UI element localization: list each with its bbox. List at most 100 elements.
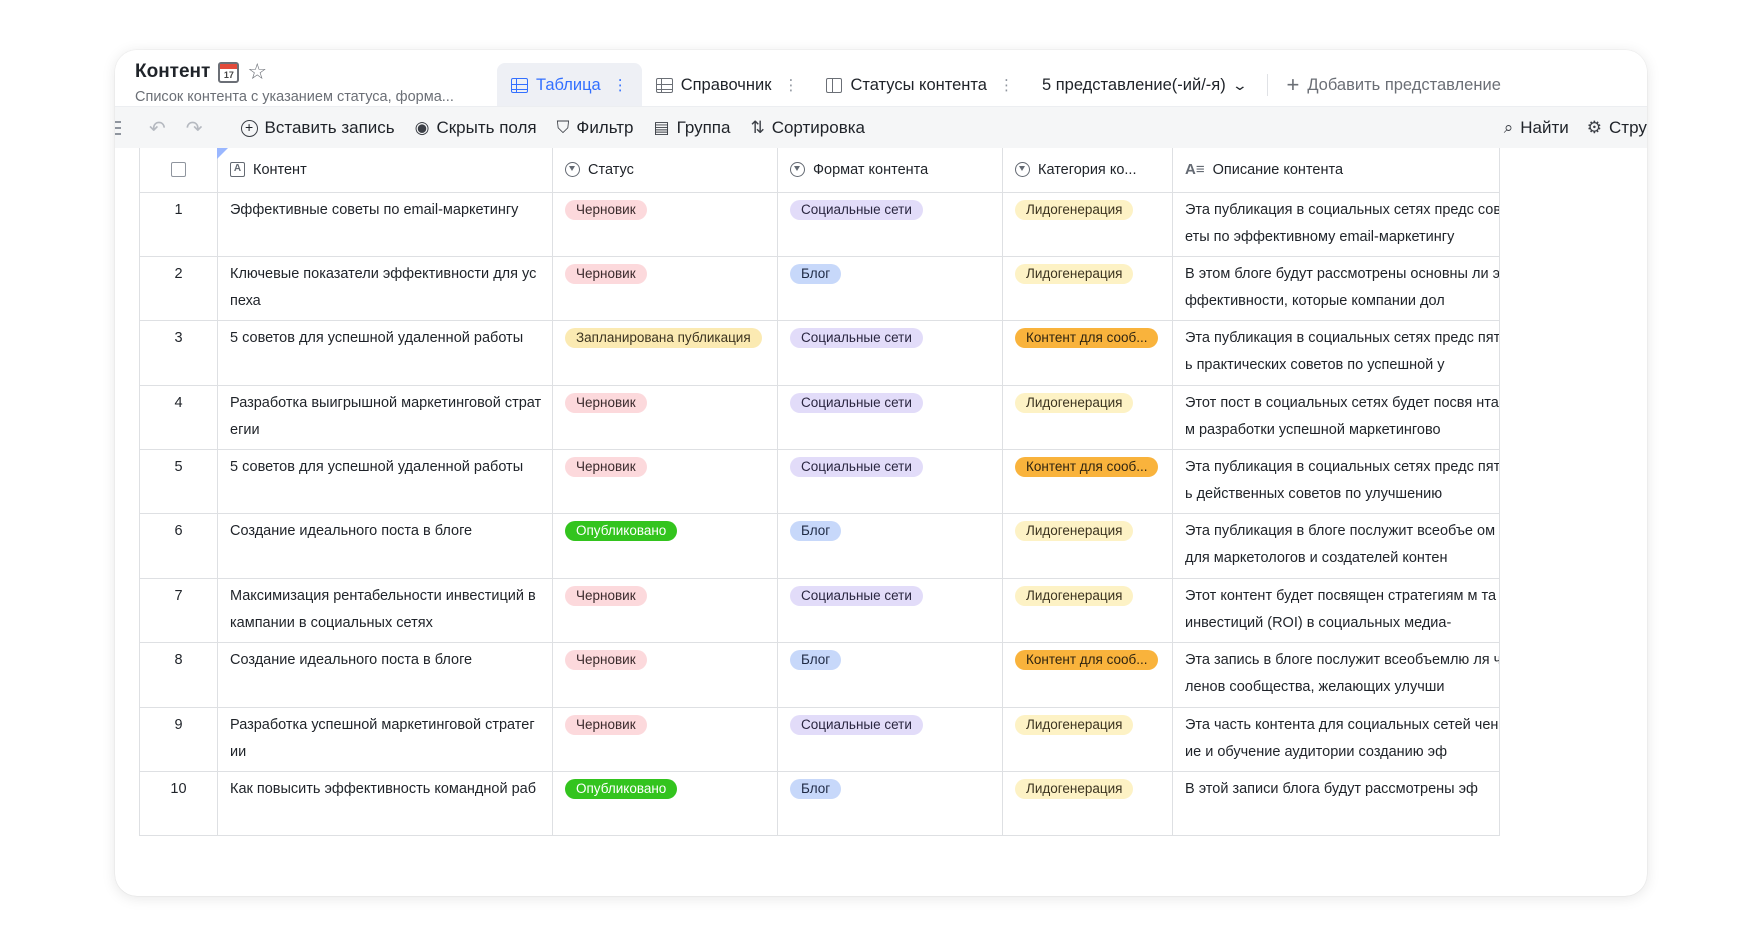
more-icon[interactable]: ⋮ [999,76,1014,94]
add-view-button[interactable]: + Добавить представление [1276,74,1510,96]
table-row[interactable]: 9 Разработка успешной маркетинговой страт… [139,707,1500,773]
description-text: Этот контент будет посвящен стратегиям м… [1185,587,1497,631]
tab-table[interactable]: Таблица ⋮ [497,63,642,107]
format-cell[interactable]: Блог [777,513,1003,579]
row-number[interactable]: 3 [139,320,218,386]
table-row[interactable]: 3 5 советов для успешной удаленной работы… [139,320,1500,386]
row-number[interactable]: 2 [139,256,218,322]
status-cell[interactable]: Черновик [552,256,778,322]
select-all-cell[interactable] [139,148,218,193]
format-cell[interactable]: Социальные сети [777,578,1003,644]
column-header-description[interactable]: A≡ Описание контента [1172,148,1500,193]
format-cell[interactable]: Социальные сети [777,449,1003,515]
format-cell[interactable]: Блог [777,642,1003,708]
undo-icon[interactable]: ↶ [149,116,166,141]
tab-directory[interactable]: Справочник ⋮ [642,63,813,107]
content-cell[interactable]: Разработка выигрышной маркетинговой стра… [217,385,553,451]
status-cell[interactable]: Черновик [552,385,778,451]
format-cell[interactable]: Социальные сети [777,320,1003,386]
content-cell[interactable]: Создание идеального поста в блоге [217,642,553,708]
description-cell[interactable]: В этой записи блога будут рассмотрены эф [1172,771,1500,837]
sidebar-toggle-icon[interactable] [115,121,121,135]
column-header-content[interactable]: A Контент [217,148,553,193]
category-cell[interactable]: Контент для сооб... [1002,449,1173,515]
description-text: Эта публикация в социальных сетях предс … [1185,201,1500,245]
status-cell[interactable]: Черновик [552,707,778,773]
table-row[interactable]: 2 Ключевые показатели эффективности для у… [139,256,1500,322]
status-cell[interactable]: Опубликовано [552,513,778,579]
category-cell[interactable]: Контент для сооб... [1002,320,1173,386]
hide-fields-button[interactable]: ◉ Скрыть поля [415,118,537,138]
row-number[interactable]: 9 [139,707,218,773]
content-cell[interactable]: Разработка успешной маркетинговой страте… [217,707,553,773]
more-icon[interactable]: ⋮ [613,76,628,94]
content-cell[interactable]: 5 советов для успешной удаленной работы [217,449,553,515]
column-header-format[interactable]: Формат контента [777,148,1003,193]
category-cell[interactable]: Контент для сооб... [1002,642,1173,708]
content-cell[interactable]: Эффективные советы по email-маркетингу [217,192,553,257]
description-cell[interactable]: Этот контент будет посвящен стратегиям м… [1172,578,1500,644]
status-cell[interactable]: Черновик [552,642,778,708]
table-row[interactable]: 5 5 советов для успешной удаленной работы… [139,449,1500,515]
description-cell[interactable]: Эта публикация в социальных сетях предс … [1172,192,1500,257]
format-cell[interactable]: Социальные сети [777,707,1003,773]
content-cell[interactable]: Максимизация рентабельности инвестиций в… [217,578,553,644]
row-number[interactable]: 6 [139,513,218,579]
add-circle-icon: + [240,119,258,137]
row-number[interactable]: 7 [139,578,218,644]
format-cell[interactable]: Социальные сети [777,192,1003,257]
status-cell[interactable]: Запланирована публикация [552,320,778,386]
star-icon[interactable]: ☆ [247,61,267,83]
content-cell[interactable]: Создание идеального поста в блоге [217,513,553,579]
description-cell[interactable]: Эта запись в блоге послужит всеобъемлю л… [1172,642,1500,708]
status-cell[interactable]: Черновик [552,578,778,644]
content-cell[interactable]: 5 советов для успешной удаленной работы [217,320,553,386]
column-header-category[interactable]: Категория ко... [1002,148,1173,193]
category-cell[interactable]: Лидогенерация [1002,771,1173,837]
table-row[interactable]: 7 Максимизация рентабельности инвестиций … [139,578,1500,644]
filter-button[interactable]: ⛉ Фильтр [557,118,634,138]
find-button[interactable]: ⌕ Найти [1504,118,1569,138]
table-row[interactable]: 1 Эффективные советы по email-маркетингу Ч… [139,192,1500,257]
description-cell[interactable]: В этом блоге будут рассмотрены основны л… [1172,256,1500,322]
row-number[interactable]: 5 [139,449,218,515]
status-cell[interactable]: Черновик [552,192,778,257]
structure-button[interactable]: ⚙ Стру [1587,118,1647,138]
category-cell[interactable]: Лидогенерация [1002,578,1173,644]
select-all-checkbox[interactable] [171,162,186,178]
page-title: Контент [135,61,211,82]
description-cell[interactable]: Этот пост в социальных сетях будет посвя… [1172,385,1500,451]
sort-button[interactable]: ⇅ Сортировка [750,118,865,138]
description-cell[interactable]: Эта часть контента для социальных сетей … [1172,707,1500,773]
views-dropdown[interactable]: 5 представление(-ий/-я) ⌄ [1028,76,1259,95]
description-cell[interactable]: Эта публикация в социальных сетях предс … [1172,449,1500,515]
table-row[interactable]: 8 Создание идеального поста в блоге Чернов… [139,642,1500,708]
status-cell[interactable]: Опубликовано [552,771,778,837]
row-number[interactable]: 8 [139,642,218,708]
row-number[interactable]: 1 [139,192,218,257]
format-cell[interactable]: Блог [777,256,1003,322]
table-row[interactable]: 6 Создание идеального поста в блоге Опубли… [139,513,1500,579]
tab-content-statuses[interactable]: Статусы контента ⋮ [812,63,1028,107]
content-cell[interactable]: Ключевые показатели эффективности для ус… [217,256,553,322]
redo-icon[interactable]: ↷ [186,116,203,141]
content-cell[interactable]: Как повысить эффективность командной раб [217,771,553,837]
more-icon[interactable]: ⋮ [783,76,798,94]
category-cell[interactable]: Лидогенерация [1002,192,1173,257]
table-row[interactable]: 4 Разработка выигрышной маркетинговой стр… [139,385,1500,451]
category-cell[interactable]: Лидогенерация [1002,385,1173,451]
row-number[interactable]: 10 [139,771,218,837]
row-number[interactable]: 4 [139,385,218,451]
category-cell[interactable]: Лидогенерация [1002,513,1173,579]
table-row[interactable]: 10 Как повысить эффективность командной р… [139,771,1500,837]
category-cell[interactable]: Лидогенерация [1002,256,1173,322]
format-cell[interactable]: Социальные сети [777,385,1003,451]
description-cell[interactable]: Эта публикация в социальных сетях предс … [1172,320,1500,386]
insert-record-button[interactable]: + Вставить запись [240,118,395,138]
status-cell[interactable]: Черновик [552,449,778,515]
description-cell[interactable]: Эта публикация в блоге послужит всеобъе … [1172,513,1500,579]
category-cell[interactable]: Лидогенерация [1002,707,1173,773]
format-cell[interactable]: Блог [777,771,1003,837]
group-button[interactable]: ▤ Группа [654,118,731,138]
column-header-status[interactable]: Статус [552,148,778,193]
